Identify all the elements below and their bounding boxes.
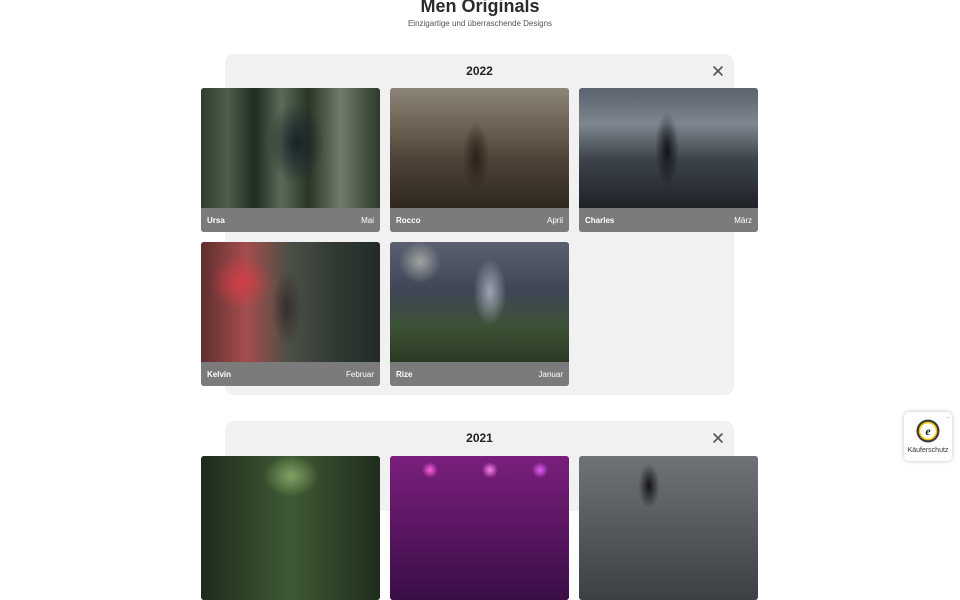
card-image: [579, 88, 758, 208]
close-icon: [713, 66, 723, 76]
card-month: März: [734, 216, 752, 225]
card-image: [390, 242, 569, 362]
card-month: Januar: [538, 370, 563, 379]
design-card-charles[interactable]: Charles März: [579, 88, 758, 232]
card-name: Rize: [396, 370, 413, 379]
design-card-rocco[interactable]: Rocco April: [390, 88, 569, 232]
card-name: Charles: [585, 216, 615, 225]
card-month: April: [546, 216, 563, 225]
card-image: [390, 88, 569, 208]
card-caption: Charles März: [579, 208, 758, 232]
card-name: Rocco: [396, 216, 421, 225]
card-month: Mai: [361, 216, 374, 225]
card-caption: Rocco April: [390, 208, 569, 232]
buyer-protection-badge[interactable]: ... e Käuferschutz: [904, 412, 952, 461]
card-caption: Ursa Mai: [201, 208, 380, 232]
page-subtitle: Einzigartige und überraschende Designs: [407, 19, 553, 28]
card-image: [201, 456, 380, 600]
page-title: Men Originals: [420, 0, 540, 16]
design-card-kelvin[interactable]: Kelvin Februar: [201, 242, 380, 386]
buyer-protection-label: Käuferschutz: [907, 447, 949, 454]
close-button[interactable]: [710, 63, 726, 79]
year-heading: 2021: [466, 431, 493, 445]
svg-text:e: e: [925, 424, 931, 438]
close-icon: [713, 433, 723, 443]
card-image: [579, 456, 758, 600]
card-month: Februar: [345, 370, 374, 379]
design-card-ursa[interactable]: Ursa Mai: [201, 88, 380, 232]
year-heading: 2022: [466, 64, 493, 78]
close-button[interactable]: [710, 430, 726, 446]
card-name: Ursa: [207, 216, 225, 225]
card-caption: Kelvin Februar: [201, 362, 380, 386]
design-card[interactable]: [579, 456, 758, 600]
card-caption: Rize Januar: [390, 362, 569, 386]
design-card-rize[interactable]: Rize Januar: [390, 242, 569, 386]
design-card[interactable]: [390, 456, 569, 600]
more-dots-icon: ...: [945, 414, 949, 420]
card-image: [201, 242, 380, 362]
design-card[interactable]: [201, 456, 380, 600]
trust-seal-icon: e: [916, 419, 940, 443]
card-image: [201, 88, 380, 208]
card-name: Kelvin: [207, 370, 232, 379]
card-image: [390, 456, 569, 600]
